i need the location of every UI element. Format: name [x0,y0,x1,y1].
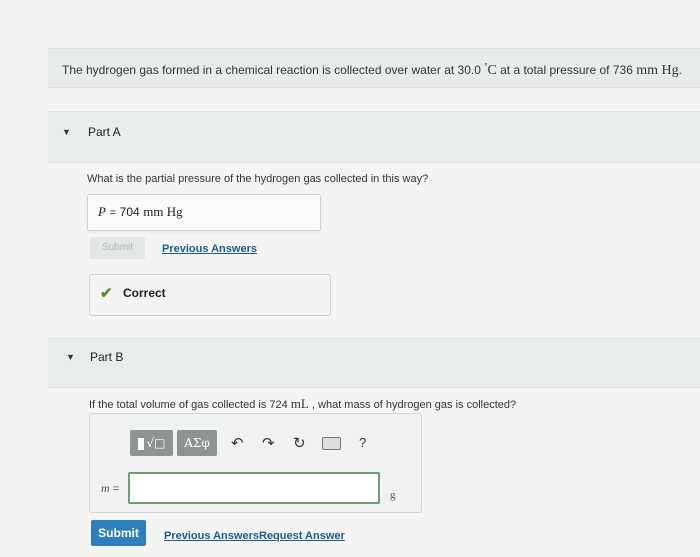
math-answer-editor: √□ ΑΣφ ↶ ↷ ↻ ? m = g [89,413,422,513]
part-a-submit-button[interactable]: Submit [90,237,145,259]
part-a-question: What is the partial pressure of the hydr… [87,173,429,185]
request-answer-link[interactable]: Request Answer [259,530,345,542]
part-a-previous-answers-link[interactable]: Previous Answers [162,243,257,255]
part-a-title: Part A [88,125,121,139]
collapse-triangle-icon[interactable]: ▼ [66,352,75,362]
part-a-header[interactable]: ▼ Part A [48,111,700,163]
part-a-answer: P = 704 mm Hg [98,204,183,219]
reset-icon[interactable]: ↻ [293,433,306,453]
part-b-question: If the total volume of gas collected is … [89,396,517,411]
help-button[interactable]: ? [359,433,366,453]
redo-icon[interactable]: ↷ [262,433,275,453]
mass-answer-input[interactable] [128,472,380,504]
undo-icon[interactable]: ↶ [231,433,244,453]
problem-statement: The hydrogen gas formed in a chemical re… [48,48,700,88]
part-b-header[interactable]: ▼ Part B [48,338,700,388]
greek-symbols-button[interactable]: ΑΣφ [177,430,217,456]
check-icon: ✔ [100,285,113,302]
part-a-answer-box: P = 704 mm Hg [87,194,321,231]
feedback-label: Correct [123,286,166,300]
fraction-root-template-icon[interactable]: √□ [130,430,173,456]
part-b-submit-button[interactable]: Submit [91,520,146,546]
problem-text: The hydrogen gas formed in a chemical re… [62,62,682,78]
unit-label: g [390,489,396,501]
part-b-previous-answers-link[interactable]: Previous Answers [164,530,259,542]
keyboard-icon[interactable] [322,437,341,450]
part-a-feedback: ✔ Correct [89,274,331,316]
math-toolbar: √□ ΑΣφ ↶ ↷ ↻ ? [130,430,373,458]
part-b-title: Part B [90,350,124,364]
input-label: m = [101,481,120,495]
collapse-triangle-icon[interactable]: ▼ [62,127,71,137]
